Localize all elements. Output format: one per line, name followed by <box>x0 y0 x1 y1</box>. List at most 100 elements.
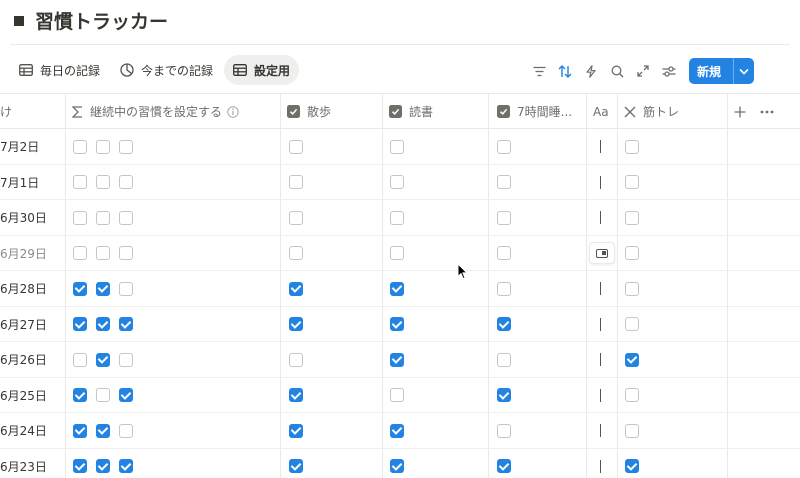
walk-checkbox[interactable] <box>289 317 303 331</box>
streak-checkbox[interactable] <box>96 246 110 260</box>
reading-checkbox[interactable] <box>390 423 404 438</box>
text-cell[interactable] <box>600 165 601 200</box>
column-header-reading[interactable]: 読書 <box>389 94 484 129</box>
walk-checkbox[interactable] <box>289 459 303 473</box>
reading-checkbox[interactable] <box>390 281 404 296</box>
sleep-checkbox[interactable] <box>497 246 511 260</box>
streak-checkbox[interactable] <box>96 210 110 225</box>
streak-checkbox[interactable] <box>96 388 110 402</box>
text-cell[interactable] <box>600 449 601 478</box>
sort-button[interactable] <box>552 58 578 84</box>
streak-checkbox[interactable] <box>96 459 110 473</box>
walk-checkbox[interactable] <box>289 352 303 367</box>
streak-checkbox[interactable] <box>96 281 110 296</box>
open-editor-button[interactable] <box>589 242 615 264</box>
table-row[interactable]: 6月30日 <box>0 200 800 236</box>
streak-checkbox[interactable] <box>73 175 87 189</box>
column-header-date[interactable]: け <box>0 94 64 129</box>
text-cell[interactable] <box>589 236 615 271</box>
date-cell[interactable]: 6月25日 <box>0 378 64 413</box>
table-row[interactable]: 6月27日 <box>0 307 800 342</box>
text-cell[interactable] <box>600 413 601 448</box>
filter-button[interactable] <box>526 58 552 84</box>
table-row[interactable]: 6月23日 <box>0 449 800 478</box>
streak-checkbox[interactable] <box>96 175 110 189</box>
streak-checkbox[interactable] <box>119 281 133 296</box>
reading-checkbox[interactable] <box>390 317 404 331</box>
date-cell[interactable]: 6月30日 <box>0 200 64 235</box>
column-header-walk[interactable]: 散歩 <box>287 94 382 129</box>
workout-checkbox[interactable] <box>625 210 639 225</box>
more-options-button[interactable] <box>760 94 778 129</box>
streak-checkbox[interactable] <box>96 423 110 438</box>
walk-checkbox[interactable] <box>289 246 303 260</box>
workout-checkbox[interactable] <box>625 139 639 154</box>
sleep-checkbox[interactable] <box>497 423 511 438</box>
sleep-checkbox[interactable] <box>497 388 511 402</box>
sleep-checkbox[interactable] <box>497 317 511 331</box>
streak-checkbox[interactable] <box>119 423 133 438</box>
expand-button[interactable] <box>630 58 656 84</box>
column-header-workout[interactable]: 筋トレ <box>624 94 724 129</box>
date-cell[interactable]: 6月28日 <box>0 271 64 306</box>
workout-checkbox[interactable] <box>625 175 639 189</box>
streak-checkbox[interactable] <box>96 317 110 331</box>
page-title[interactable]: 習慣トラッカー <box>35 7 168 34</box>
streak-checkbox[interactable] <box>73 139 87 154</box>
sleep-checkbox[interactable] <box>497 175 511 189</box>
automation-button[interactable] <box>578 58 604 84</box>
date-cell[interactable]: 7月1日 <box>0 165 64 200</box>
date-cell[interactable]: 6月26日 <box>0 342 64 377</box>
new-button[interactable]: 新規 <box>689 58 754 84</box>
workout-checkbox[interactable] <box>625 388 639 402</box>
date-cell[interactable]: 6月24日 <box>0 413 64 448</box>
reading-checkbox[interactable] <box>390 246 404 260</box>
sleep-checkbox[interactable] <box>497 210 511 225</box>
text-cell[interactable] <box>600 200 601 235</box>
walk-checkbox[interactable] <box>289 281 303 296</box>
tab-daily-log[interactable]: 毎日の記録 <box>10 55 109 85</box>
streak-checkbox[interactable] <box>73 317 87 331</box>
table-row[interactable]: 6月26日 <box>0 342 800 378</box>
table-row[interactable]: 7月1日 <box>0 165 800 200</box>
streak-checkbox[interactable] <box>73 459 87 473</box>
column-header-sleep[interactable]: 7時間睡... <box>497 94 585 129</box>
workout-checkbox[interactable] <box>625 317 639 331</box>
table-row[interactable]: 6月25日 <box>0 378 800 413</box>
workout-checkbox[interactable] <box>625 459 639 473</box>
streak-checkbox[interactable] <box>73 246 87 260</box>
streak-checkbox[interactable] <box>119 317 133 331</box>
new-dropdown-button[interactable] <box>734 68 754 75</box>
streak-checkbox[interactable] <box>73 352 87 367</box>
reading-checkbox[interactable] <box>390 175 404 189</box>
sleep-checkbox[interactable] <box>497 459 511 473</box>
table-row[interactable]: 6月24日 <box>0 413 800 449</box>
column-header-text[interactable]: Aa <box>593 94 617 129</box>
settings-button[interactable] <box>656 58 682 84</box>
text-cell[interactable] <box>600 129 601 164</box>
streak-checkbox[interactable] <box>73 388 87 402</box>
streak-checkbox[interactable] <box>119 246 133 260</box>
reading-checkbox[interactable] <box>390 388 404 402</box>
streak-checkbox[interactable] <box>96 139 110 154</box>
date-cell[interactable]: 6月27日 <box>0 307 64 342</box>
workout-checkbox[interactable] <box>625 281 639 296</box>
table-row[interactable]: 6月29日 <box>0 236 800 271</box>
walk-checkbox[interactable] <box>289 139 303 154</box>
reading-checkbox[interactable] <box>390 139 404 154</box>
sleep-checkbox[interactable] <box>497 281 511 296</box>
streak-checkbox[interactable] <box>119 210 133 225</box>
tab-all-records[interactable]: 今までの記録 <box>111 55 222 85</box>
workout-checkbox[interactable] <box>625 246 639 260</box>
walk-checkbox[interactable] <box>289 423 303 438</box>
text-cell[interactable] <box>600 378 601 413</box>
tab-settings[interactable]: 設定用 <box>224 55 300 85</box>
text-cell[interactable] <box>600 342 601 377</box>
info-icon[interactable] <box>227 105 239 118</box>
table-row[interactable]: 7月2日 <box>0 129 800 165</box>
text-cell[interactable] <box>600 271 601 306</box>
column-header-streak[interactable]: 継続中の習慣を設定する <box>72 94 272 129</box>
workout-checkbox[interactable] <box>625 352 639 367</box>
streak-checkbox[interactable] <box>119 175 133 189</box>
streak-checkbox[interactable] <box>119 459 133 473</box>
